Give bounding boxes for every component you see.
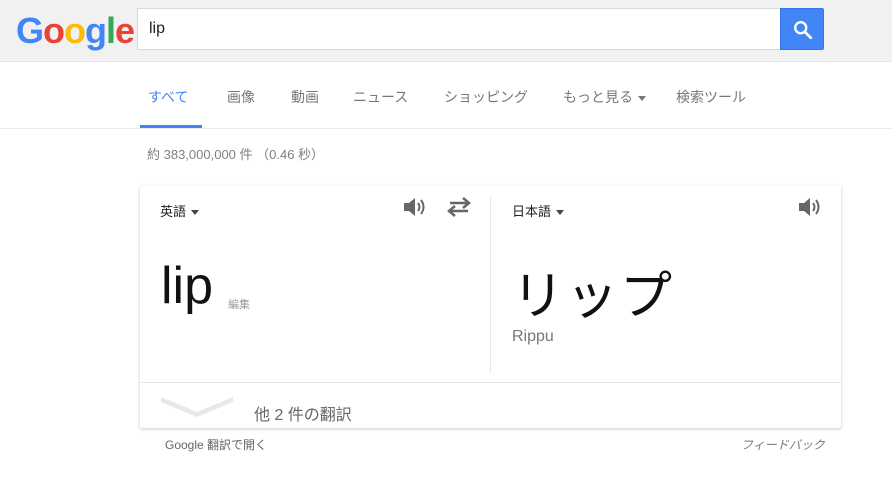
logo-letter: o	[43, 10, 65, 51]
edit-link[interactable]: 編集	[228, 296, 250, 312]
search-box	[137, 8, 781, 50]
tab-images[interactable]: 画像	[227, 87, 255, 107]
tab-videos[interactable]: 動画	[291, 87, 319, 107]
speaker-icon	[799, 198, 820, 216]
tab-news[interactable]: ニュース	[353, 87, 408, 107]
magnifier-icon	[794, 21, 813, 40]
swap-languages-button[interactable]	[446, 196, 474, 218]
source-word: lip	[161, 257, 214, 315]
target-language-label: 日本語	[512, 204, 552, 219]
google-logo[interactable]: Google	[16, 10, 135, 52]
tab-search-tools[interactable]: 検索ツール	[676, 87, 746, 107]
chevron-down-icon	[161, 397, 233, 417]
target-language-select[interactable]: 日本語	[512, 201, 565, 220]
target-romanization: Rippu	[512, 328, 554, 345]
active-tab-indicator	[140, 125, 202, 128]
caret-down-icon	[191, 210, 200, 216]
more-translations-link[interactable]: 他 2 件の翻訳	[254, 401, 352, 425]
speaker-icon	[404, 198, 425, 216]
swap-icon	[447, 197, 471, 217]
source-speaker-button[interactable]	[402, 196, 430, 218]
logo-letter: G	[16, 10, 44, 51]
source-language-label: 英語	[160, 204, 187, 219]
source-language-select[interactable]: 英語	[160, 201, 200, 220]
card-divider	[140, 382, 841, 383]
logo-letter: e	[115, 10, 135, 51]
search-button[interactable]	[780, 8, 824, 50]
logo-letter: g	[85, 10, 107, 51]
translate-card: 英語 日本語 lip 編集 リップ Rippu 他 2 件の翻訳	[140, 186, 841, 428]
logo-letter: o	[64, 10, 86, 51]
pane-divider	[490, 197, 491, 373]
search-input[interactable]	[138, 9, 781, 49]
caret-down-icon	[638, 95, 646, 101]
feedback-link[interactable]: フィードバック	[741, 436, 825, 453]
expand-more-button[interactable]	[161, 394, 233, 423]
tab-more[interactable]: もっと見る	[563, 87, 646, 107]
open-in-translate-link[interactable]: Google 翻訳で開く	[165, 436, 267, 453]
header-bar: Google	[0, 0, 892, 62]
target-speaker-button[interactable]	[797, 196, 825, 218]
tab-all[interactable]: すべて	[148, 87, 188, 107]
tab-more-label: もっと見る	[563, 89, 633, 105]
result-stats: 約 383,000,000 件 （0.46 秒）	[147, 147, 325, 162]
search-tabs: すべて 画像 動画 ニュース ショッピング もっと見る 検索ツール	[0, 63, 892, 129]
target-word: リップ	[512, 267, 675, 327]
caret-down-icon	[556, 210, 565, 216]
tab-shopping[interactable]: ショッピング	[444, 87, 528, 107]
logo-letter: l	[106, 10, 116, 51]
